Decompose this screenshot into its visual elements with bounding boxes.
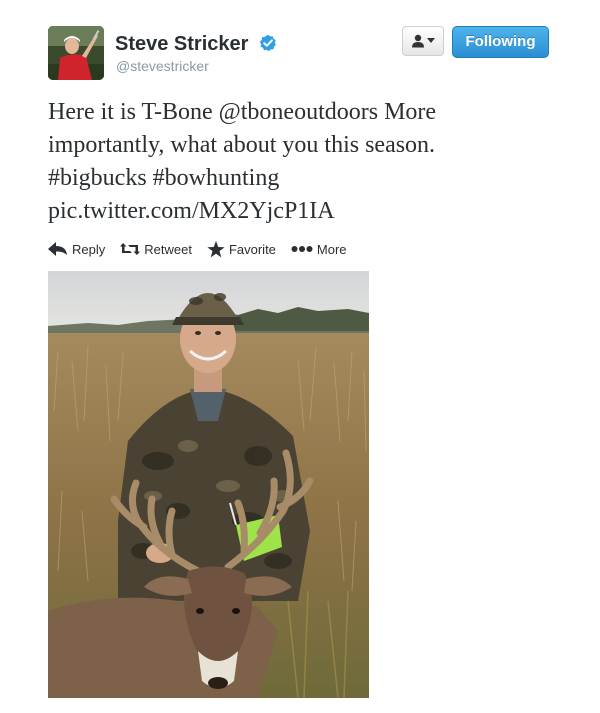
screen-name[interactable]: @stevestricker: [116, 58, 209, 74]
tweet-line: #bigbucks #bowhunting: [48, 165, 280, 191]
tweet-actions: Reply Retweet Favorite More: [48, 239, 347, 259]
reply-icon: [48, 242, 68, 256]
verified-badge-icon: [259, 34, 276, 52]
more-label: More: [316, 241, 347, 257]
retweet-label: Retweet: [144, 241, 192, 257]
display-name[interactable]: Steve Stricker: [115, 33, 248, 55]
tweet-line: Here it is T-Bone @tboneoutdoors More: [48, 99, 437, 125]
avatar[interactable]: [48, 26, 104, 80]
more-button[interactable]: More: [291, 242, 347, 257]
tweet-link[interactable]: pic.twitter.com/MX2YjcP1IA: [48, 195, 568, 228]
retweet-icon: [120, 242, 141, 256]
user-menu-button[interactable]: [402, 26, 444, 56]
chevron-down-icon: [427, 38, 435, 43]
more-dots-icon: [291, 245, 313, 253]
reply-label: Reply: [72, 241, 106, 257]
retweet-button[interactable]: Retweet: [120, 242, 192, 257]
person-icon: [412, 34, 424, 48]
favorite-label: Favorite: [228, 241, 276, 257]
hunter-with-buck-photo: [48, 271, 369, 698]
tweet-text: Here it is T-Bone @tboneoutdoors More im…: [48, 96, 568, 228]
golfer-avatar-icon: [48, 26, 104, 80]
following-button[interactable]: Following: [452, 26, 549, 58]
tweet-photo[interactable]: [48, 271, 369, 698]
favorite-button[interactable]: Favorite: [207, 240, 276, 258]
reply-button[interactable]: Reply: [48, 242, 105, 257]
star-icon: [207, 240, 225, 258]
tweet-line: importantly, what about you this season.: [48, 132, 436, 158]
